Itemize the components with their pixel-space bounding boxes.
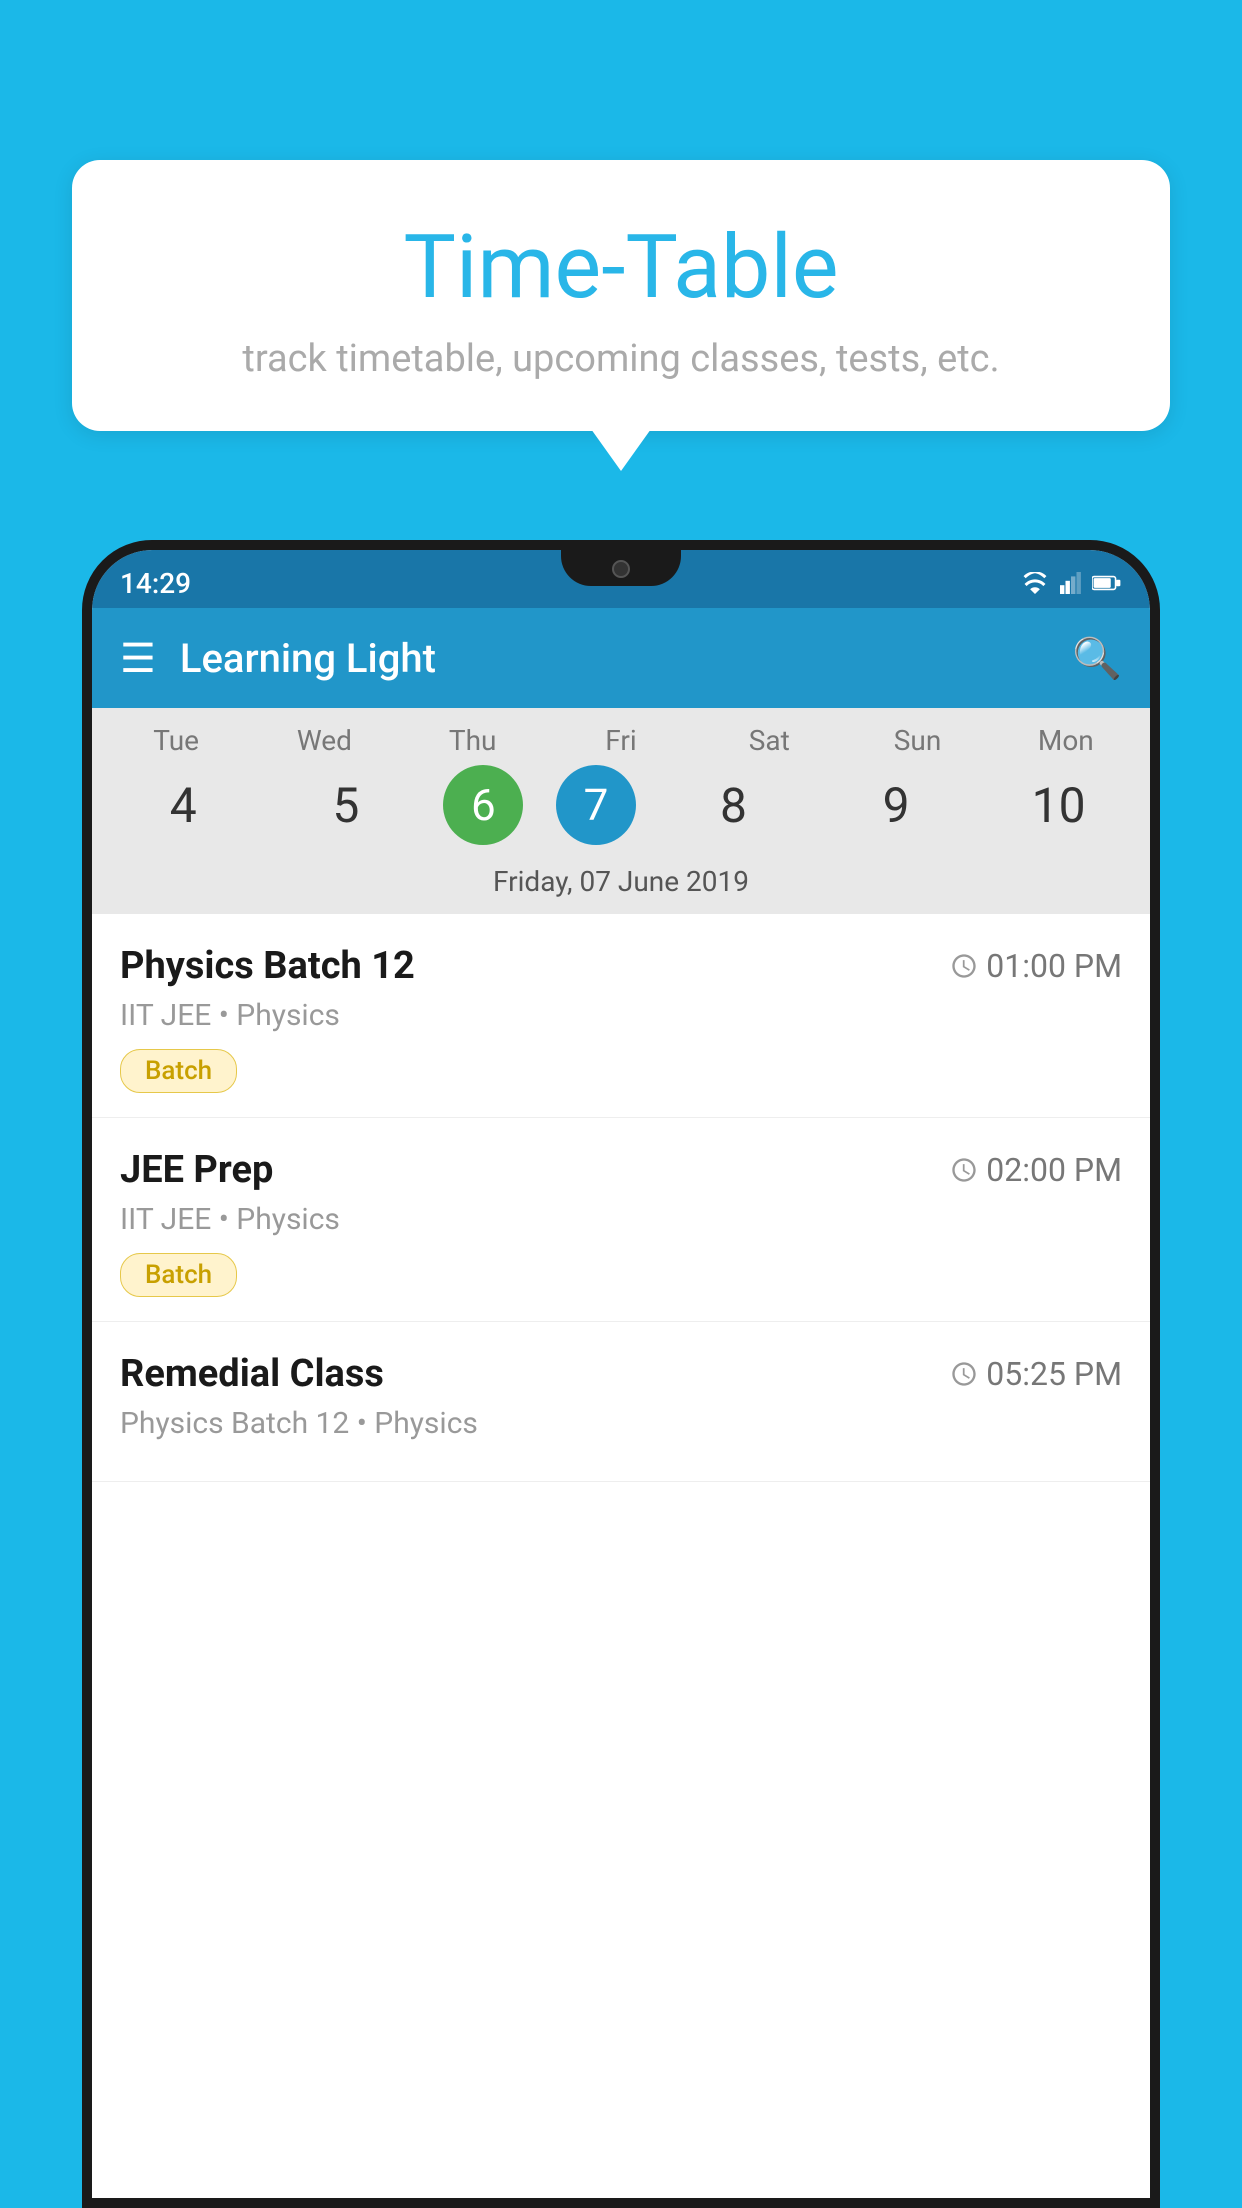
schedule-list: Physics Batch 12 01:00 PM IIT JEE • Phys… (92, 914, 1150, 1482)
day-header-tue: Tue (111, 724, 241, 757)
hamburger-icon[interactable]: ☰ (120, 635, 156, 682)
clock-icon-3 (950, 1360, 978, 1388)
search-icon[interactable]: 🔍 (1072, 635, 1122, 682)
day-9[interactable]: 9 (831, 765, 961, 845)
volume-down-button (82, 790, 88, 850)
clock-icon-1 (950, 952, 978, 980)
schedule-item-3-title: Remedial Class (120, 1352, 384, 1396)
schedule-item-1-header: Physics Batch 12 01:00 PM (120, 944, 1122, 988)
day-10[interactable]: 10 (994, 765, 1124, 845)
day-header-sun: Sun (853, 724, 983, 757)
day-7-selected[interactable]: 7 (556, 765, 636, 845)
battery-icon (1092, 572, 1122, 594)
app-bar: ☰ Learning Light 🔍 (92, 608, 1150, 708)
day-header-thu: Thu (408, 724, 538, 757)
schedule-item-1-title: Physics Batch 12 (120, 944, 415, 988)
schedule-item-3[interactable]: Remedial Class 05:25 PM Physics Batch 12… (92, 1322, 1150, 1482)
status-icons (1020, 572, 1122, 594)
day-header-mon: Mon (1001, 724, 1131, 757)
schedule-item-1-subtitle: IIT JEE • Physics (120, 998, 1122, 1033)
day-6-today[interactable]: 6 (443, 765, 523, 845)
speech-bubble: Time-Table track timetable, upcoming cla… (72, 160, 1170, 431)
speech-bubble-subtitle: track timetable, upcoming classes, tests… (132, 337, 1110, 381)
day-header-wed: Wed (259, 724, 389, 757)
phone-mockup: 14:29 (82, 540, 1160, 2208)
schedule-item-3-time: 05:25 PM (950, 1355, 1122, 1393)
batch-badge-2: Batch (120, 1253, 237, 1297)
day-header-sat: Sat (704, 724, 834, 757)
speech-bubble-title: Time-Table (132, 220, 1110, 317)
signal-icon (1058, 572, 1084, 594)
app-bar-title: Learning Light (180, 635, 1072, 682)
schedule-item-2-title: JEE Prep (120, 1148, 273, 1192)
schedule-item-2-header: JEE Prep 02:00 PM (120, 1148, 1122, 1192)
power-button (1154, 750, 1160, 830)
volume-up-button (82, 710, 88, 770)
batch-badge-1: Batch (120, 1049, 237, 1093)
day-4[interactable]: 4 (118, 765, 248, 845)
schedule-item-2-subtitle: IIT JEE • Physics (120, 1202, 1122, 1237)
day-numbers: 4 5 6 7 8 9 10 (92, 757, 1150, 857)
schedule-item-2[interactable]: JEE Prep 02:00 PM IIT JEE • Physics Batc… (92, 1118, 1150, 1322)
schedule-item-2-time: 02:00 PM (950, 1151, 1122, 1189)
wifi-icon (1020, 572, 1050, 594)
schedule-item-1[interactable]: Physics Batch 12 01:00 PM IIT JEE • Phys… (92, 914, 1150, 1118)
day-8[interactable]: 8 (669, 765, 799, 845)
status-time: 14:29 (120, 567, 191, 600)
day-5[interactable]: 5 (281, 765, 411, 845)
schedule-item-1-time: 01:00 PM (950, 947, 1122, 985)
selected-date-label: Friday, 07 June 2019 (92, 857, 1150, 914)
phone-screen: 14:29 (92, 550, 1150, 2198)
calendar-week: Tue Wed Thu Fri Sat Sun Mon 4 5 6 7 8 9 … (92, 708, 1150, 914)
phone-notch (561, 550, 681, 586)
schedule-item-3-header: Remedial Class 05:25 PM (120, 1352, 1122, 1396)
phone-camera (612, 560, 630, 578)
day-header-fri: Fri (556, 724, 686, 757)
clock-icon-2 (950, 1156, 978, 1184)
day-headers: Tue Wed Thu Fri Sat Sun Mon (92, 724, 1150, 757)
schedule-item-3-subtitle: Physics Batch 12 • Physics (120, 1406, 1122, 1441)
